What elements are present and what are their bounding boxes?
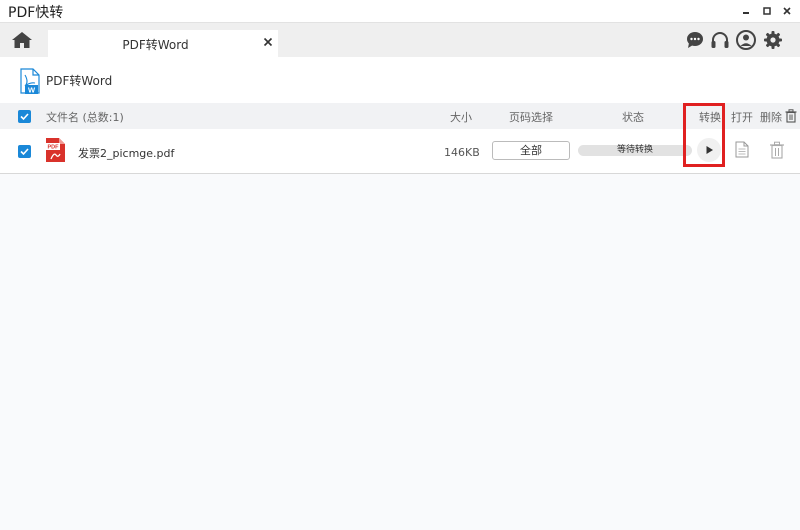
main-panel: W PDF转Word 文件名 (总数:1) 大小 页码选择 状态 转换 打开 删… [0,57,800,530]
feedback-button[interactable] [684,29,706,51]
page-header: W PDF转Word [0,57,800,103]
trash-icon[interactable] [785,109,797,123]
status-badge: 等待转换 [578,145,692,156]
app-title: PDF快转 [8,5,64,21]
row-checkbox[interactable] [18,145,31,158]
headphones-icon [711,32,729,48]
delete-all-button[interactable]: 删除 [760,109,782,125]
word-doc-icon: W [20,68,40,95]
user-icon [736,30,756,50]
tab-pdf-to-word[interactable]: PDF转Word [48,30,278,58]
tab-close-button[interactable] [261,35,275,49]
status-header: 状态 [622,111,644,124]
maximize-button[interactable] [759,3,775,19]
tab-bar: PDF转Word [0,22,800,58]
file-size: 146KB [444,146,480,159]
minimize-button[interactable] [738,3,754,19]
close-window-button[interactable] [779,3,795,19]
page-range-select[interactable]: 全部 [492,141,570,160]
title-bar: PDF快转 [0,0,800,22]
pdf-file-icon: PDF [46,138,65,162]
tab-label: PDF转Word [122,38,189,52]
account-button[interactable] [735,29,757,51]
home-button[interactable] [10,29,34,51]
maximize-icon [763,7,771,15]
svg-text:W: W [28,86,36,95]
select-all-checkbox[interactable] [18,110,31,123]
delete-row-button[interactable] [769,141,785,159]
chat-icon [687,32,703,48]
table-header: 文件名 (总数:1) 大小 页码选择 状态 转换 打开 删除 [0,103,800,129]
page-select-header: 页码选择 [509,111,553,124]
gear-icon [764,31,782,49]
filename-header: 文件名 (总数:1) [46,111,124,124]
checkmark-icon [20,148,29,156]
open-file-button[interactable] [735,141,749,158]
close-icon [263,37,273,47]
minimize-icon [743,12,749,14]
close-icon [783,7,791,15]
convert-highlight-box [683,103,725,167]
size-header: 大小 [450,111,472,124]
page-title: PDF转Word [46,74,113,88]
open-header: 打开 [731,111,753,124]
table-row: PDF 发票2_picmge.pdf 146KB 全部 等待转换 [0,129,800,174]
svg-text:PDF: PDF [48,145,60,151]
support-button[interactable] [709,29,731,51]
checkmark-icon [20,113,29,121]
settings-button[interactable] [762,29,784,51]
home-icon [12,32,32,48]
file-name: 发票2_picmge.pdf [78,147,175,160]
